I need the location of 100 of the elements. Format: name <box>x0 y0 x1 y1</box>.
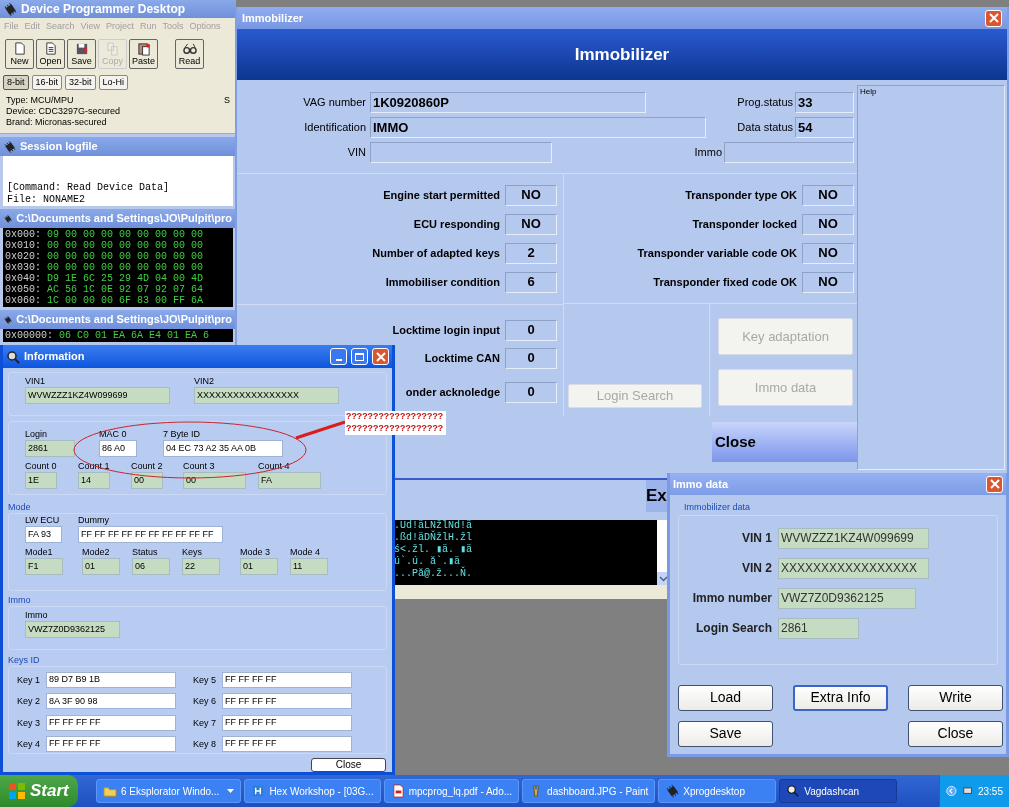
log-line: [Command: Read Device Data] <box>7 182 171 194</box>
field-label: MAC 0 <box>99 427 128 440</box>
app-button[interactable]: Ex <box>646 480 670 512</box>
input-field[interactable]: VWZ7Z0D9362125 <box>778 587 916 609</box>
input-field[interactable]: 33 <box>795 92 854 113</box>
input-field[interactable]: 14 <box>78 471 110 489</box>
taskbar-button[interactable]: Xprogdesktop <box>658 779 777 803</box>
pages-icon <box>105 41 120 56</box>
input-field[interactable]: XXXXXXXXXXXXXXXXX <box>778 557 929 579</box>
field-label: Count 4 <box>258 459 291 472</box>
close-button[interactable] <box>986 475 1003 493</box>
field-label: Count 3 <box>183 459 216 472</box>
width-button[interactable]: 8-bit <box>3 74 29 90</box>
taskbar-button[interactable]: 6 Eksplorator Windo... <box>96 779 242 803</box>
field-label: Login Search <box>696 620 772 637</box>
hex-bytes: 06 C0 01 EA 6A E4 01 EA 6 <box>59 329 210 343</box>
input-field[interactable]: 86 A0 <box>99 439 137 457</box>
input-field[interactable]: 54 <box>795 117 854 138</box>
input-field[interactable]: FA <box>258 471 321 489</box>
field-label: VIN 1 <box>742 530 772 547</box>
annotation-label: ?????????????????? ?????????????????? <box>345 411 446 435</box>
input-field[interactable]: FF FF FF FF <box>46 735 176 752</box>
width-button[interactable]: Lo-Hi <box>98 74 129 90</box>
toolbar-button[interactable]: Paste <box>129 39 158 69</box>
input-field[interactable]: 06 <box>132 558 170 575</box>
button[interactable]: Load <box>678 684 773 711</box>
input-field[interactable]: 8A 3F 90 98 <box>46 693 176 710</box>
field-label: Key 4 <box>17 737 41 750</box>
glasses-icon <box>182 41 197 56</box>
minimize-icon <box>335 359 342 361</box>
input-field[interactable]: 2861 <box>25 439 75 457</box>
field-label: Immobiliser condition <box>385 274 500 290</box>
input-field[interactable] <box>370 142 552 163</box>
input-field[interactable]: 01 <box>240 558 278 575</box>
maximize-button[interactable] <box>351 348 368 365</box>
input-field[interactable]: VWZ7Z0D9362125 <box>25 621 120 638</box>
leader-line <box>295 420 346 440</box>
device-info-text: Type: MCU/MPU <box>6 95 75 106</box>
field-label: ECU responding <box>413 216 500 232</box>
device-info-text: Brand: Micronas-secured <box>6 117 108 128</box>
input-field[interactable]: 22 <box>182 558 220 575</box>
input-field[interactable]: FA 93 <box>25 526 62 543</box>
input-field[interactable]: XXXXXXXXXXXXXXXXX <box>194 387 339 404</box>
input-field[interactable] <box>724 142 854 163</box>
input-field[interactable]: FF FF FF FF <box>222 693 352 710</box>
input-field[interactable]: 1K0920860P <box>370 92 646 113</box>
window-title: Immobilizer <box>242 10 304 26</box>
taskbar-button[interactable]: dashboard.JPG - Paint <box>522 779 656 803</box>
toolbar-button[interactable]: Read <box>175 39 204 69</box>
button[interactable]: Extra Info <box>793 684 888 711</box>
input-field[interactable]: 2861 <box>778 617 859 639</box>
field-label: Count 1 <box>78 459 110 472</box>
button[interactable]: Write <box>908 684 1003 711</box>
input-field[interactable]: 11 <box>290 558 328 575</box>
close-button[interactable] <box>372 348 389 365</box>
taskbar-button[interactable]: Vagdashcan <box>779 779 898 803</box>
toolbar-button[interactable]: Open <box>36 39 65 69</box>
close-button[interactable] <box>985 9 1002 27</box>
hex-address: 0x010: <box>5 239 41 252</box>
input-field[interactable]: 00 <box>131 471 163 489</box>
field-label: Key 5 <box>193 674 217 687</box>
clipboard-icon <box>136 41 151 56</box>
input-field[interactable]: FF FF FF FF <box>46 714 176 731</box>
width-button[interactable]: 16-bit <box>31 74 63 90</box>
input-field[interactable]: 1E <box>25 471 57 489</box>
input-field[interactable]: F1 <box>25 558 63 575</box>
input-field[interactable]: WVWZZZ1KZ4W099699 <box>778 527 929 549</box>
hex-address: 0x000: <box>5 228 41 241</box>
button[interactable]: Close <box>908 720 1003 747</box>
input-field[interactable]: FF FF FF FF FF FF FF FF FF FF <box>78 526 223 543</box>
field-label: Key 2 <box>17 695 41 708</box>
taskbar-button[interactable]: mpcprog_lq.pdf - Ado... <box>383 779 520 803</box>
input-field[interactable]: 89 D7 B9 1B <box>46 672 176 689</box>
close-button[interactable]: Close <box>311 758 386 772</box>
field-label: Locktime CAN <box>424 350 500 366</box>
input-field[interactable]: FF FF FF FF <box>222 672 352 689</box>
width-button[interactable]: 32-bit <box>65 74 96 90</box>
input-field[interactable]: 01 <box>82 558 120 575</box>
hex-bytes: D9 1E 6C 25 29 4D 04 00 4D <box>47 272 204 285</box>
taskbar-button[interactable]: Hex Workshop - [03G... <box>244 779 381 803</box>
start-button[interactable]: Start <box>0 775 78 807</box>
value-field: 0 <box>505 347 557 369</box>
hex-bytes: 1C 00 00 00 6F 83 00 FF 6A <box>47 294 204 308</box>
input-field[interactable]: FF FF FF FF <box>222 714 352 731</box>
minimize-button[interactable] <box>330 348 347 365</box>
close-button[interactable]: Close <box>712 422 858 462</box>
button[interactable]: Save <box>678 720 773 747</box>
toolbar-button[interactable]: New <box>5 39 34 69</box>
page-icon <box>12 41 27 56</box>
input-field[interactable]: FF FF FF FF <box>222 735 352 752</box>
hex-bytes: 00 00 00 00 00 00 00 00 00 <box>47 261 204 274</box>
field-label: Identification <box>304 120 366 136</box>
field-label: Transponder type OK <box>685 187 797 203</box>
input-field[interactable]: 04 EC 73 A2 35 AA 0B <box>163 439 283 457</box>
input-field[interactable]: 00 <box>183 471 246 489</box>
hex-app-icon <box>251 784 266 798</box>
input-field[interactable]: WVWZZZ1KZ4W099699 <box>25 387 170 404</box>
hex-address: 0x060: <box>5 294 41 308</box>
input-field[interactable]: IMMO <box>370 117 706 138</box>
toolbar-button[interactable]: Save <box>67 39 96 69</box>
